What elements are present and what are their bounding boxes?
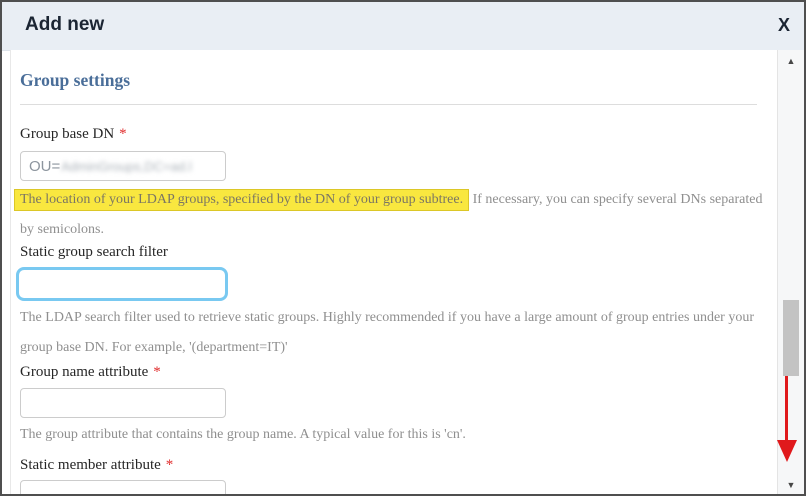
dialog-header: Add new X (2, 2, 804, 51)
static-group-search-filter-label: Static group search filter (20, 244, 168, 261)
red-arrow-annotation (785, 376, 788, 440)
scroll-up-icon[interactable]: ▲ (778, 56, 804, 66)
group-name-attribute-label: Group name attribute* (20, 364, 161, 381)
group-base-dn-help: The location of your LDAP groups, specif… (20, 185, 768, 245)
group-base-dn-label: Group base DN* (20, 126, 127, 143)
group-base-dn-input[interactable]: OU=AdminGroups,DC=ad.l (20, 151, 226, 181)
required-marker: * (119, 126, 127, 142)
red-arrow-head-icon (777, 440, 797, 462)
required-marker: * (153, 364, 161, 380)
group-name-attribute-help: The group attribute that contains the gr… (20, 420, 768, 450)
close-icon[interactable]: X (778, 15, 790, 36)
required-marker: * (166, 457, 174, 473)
vertical-scrollbar[interactable]: ▲ ▼ (777, 50, 804, 494)
highlighted-help-text: The location of your LDAP groups, specif… (14, 189, 469, 211)
static-member-attribute-input[interactable] (20, 480, 226, 496)
group-settings-heading: Group settings (20, 70, 130, 91)
static-group-search-filter-input[interactable] (16, 267, 228, 301)
group-base-dn-value-prefix: OU= (29, 158, 60, 175)
scroll-down-icon[interactable]: ▼ (778, 480, 804, 490)
group-name-attribute-input[interactable] (20, 388, 226, 418)
dialog-title: Add new (25, 14, 104, 36)
static-group-search-filter-help: The LDAP search filter used to retrieve … (20, 303, 768, 363)
scrollbar-thumb[interactable] (783, 300, 799, 376)
static-member-attribute-label: Static member attribute* (20, 457, 173, 474)
section-divider (20, 104, 757, 105)
group-base-dn-value-redacted: AdminGroups,DC=ad.l (61, 159, 191, 174)
add-new-dialog: Add new X Group settings Group base DN* … (0, 0, 806, 496)
